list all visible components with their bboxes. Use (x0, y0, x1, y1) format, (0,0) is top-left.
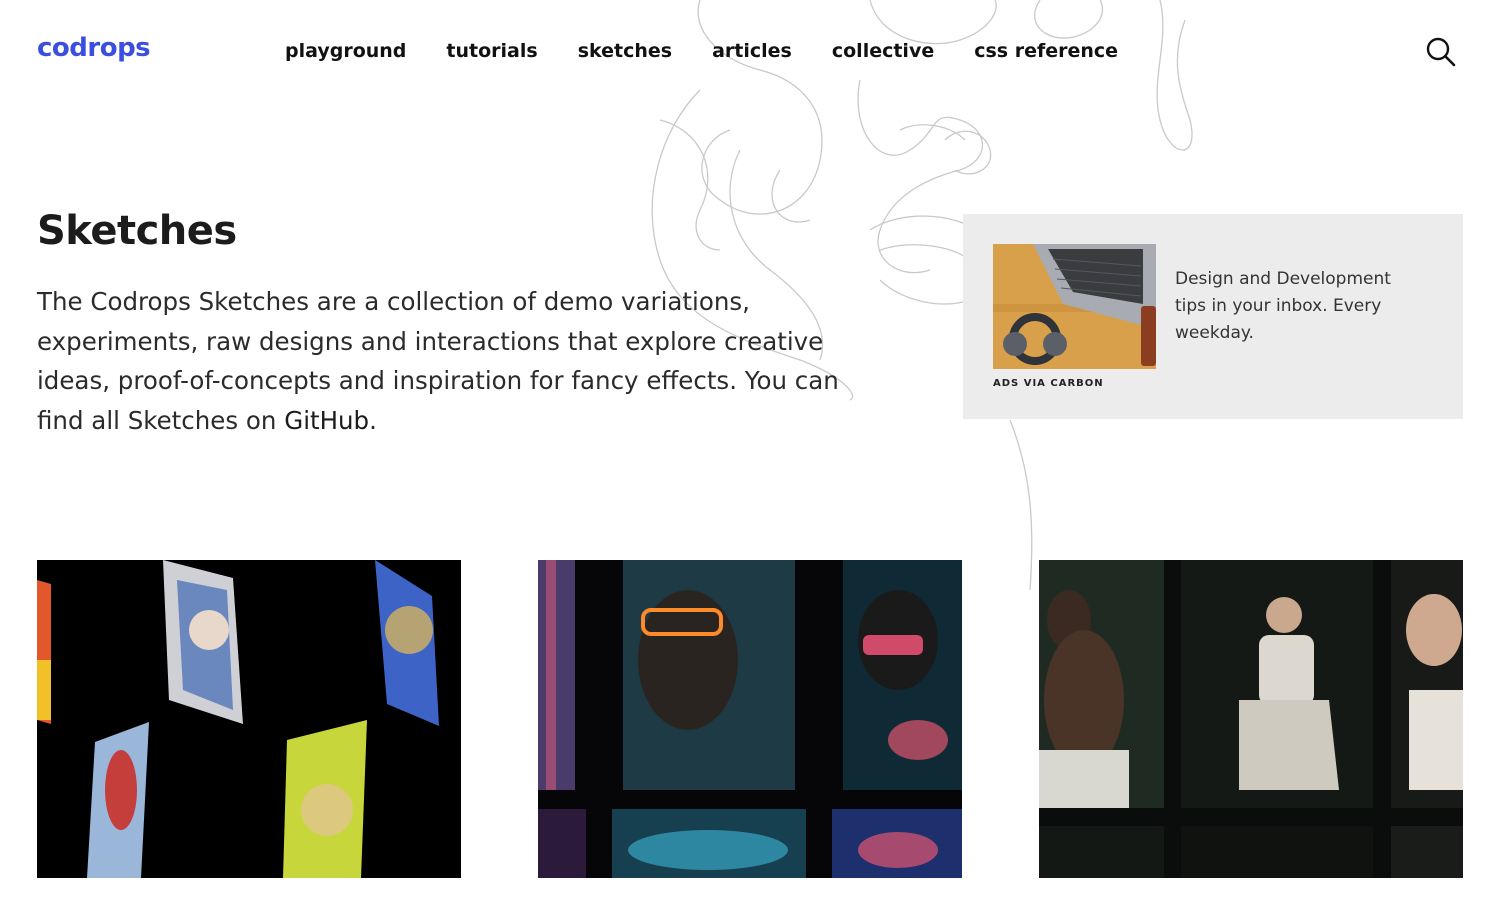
intro-text: The Codrops Sketches are a collection of… (37, 287, 839, 435)
carbon-ad: Design and Development tips in your inbo… (963, 214, 1463, 419)
sketch-image-3 (1039, 560, 1463, 878)
main-nav: playground tutorials sketches articles c… (285, 40, 1158, 62)
sketch-image-1 (37, 560, 461, 878)
page-intro: The Codrops Sketches are a collection of… (37, 282, 887, 440)
sketch-thumbnail-2[interactable] (538, 560, 962, 878)
github-link[interactable]: GitHub (284, 406, 369, 435)
nav-link-collective[interactable]: collective (832, 40, 934, 62)
search-icon (1426, 37, 1456, 67)
ad-image[interactable] (993, 244, 1156, 369)
nav-link-sketches[interactable]: sketches (578, 40, 672, 62)
page-title: Sketches (37, 208, 237, 254)
nav-link-playground[interactable]: playground (285, 40, 406, 62)
sketch-thumbnail-3[interactable] (1039, 560, 1463, 878)
sketch-thumbnail-1[interactable] (37, 560, 461, 878)
nav-link-tutorials[interactable]: tutorials (446, 40, 537, 62)
ads-via-carbon-link[interactable]: ADS VIA CARBON (993, 378, 1104, 389)
nav-link-css-reference[interactable]: css reference (974, 40, 1118, 62)
intro-end: . (369, 405, 377, 435)
site-logo[interactable]: codrops (37, 33, 151, 63)
sketch-image-2 (538, 560, 962, 878)
ad-laptop-image (993, 244, 1156, 369)
nav-link-articles[interactable]: articles (712, 40, 792, 62)
search-button[interactable] (1425, 36, 1457, 68)
ad-text[interactable]: Design and Development tips in your inbo… (1175, 266, 1405, 347)
